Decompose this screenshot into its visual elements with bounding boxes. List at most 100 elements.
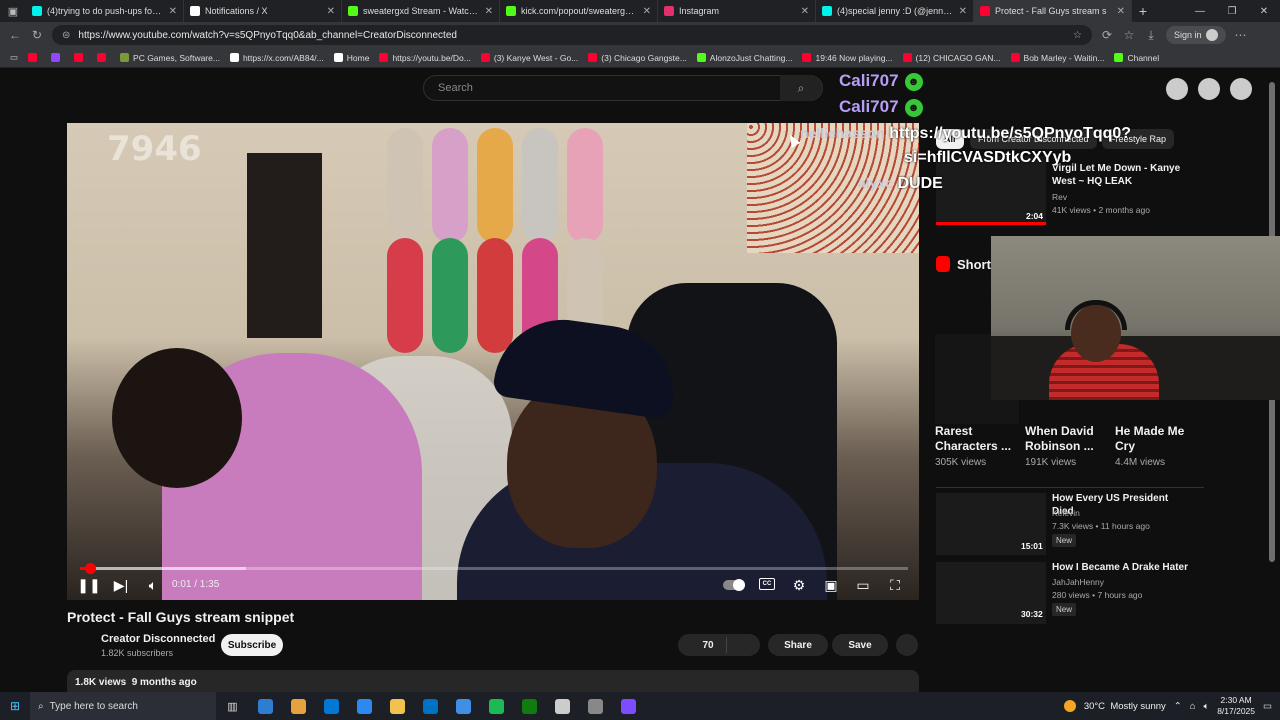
extensions-icon[interactable]: ⟳ bbox=[1100, 28, 1114, 42]
window-menu-icon[interactable]: ▣ bbox=[0, 0, 26, 22]
back-icon[interactable]: ← bbox=[8, 28, 22, 42]
search-button[interactable]: ⌕ bbox=[780, 75, 822, 101]
taskbar-app-icon[interactable] bbox=[612, 692, 645, 720]
taskbar-app-icon[interactable] bbox=[315, 692, 348, 720]
network-icon[interactable]: ⌂ bbox=[1190, 701, 1196, 712]
new-tab-button[interactable]: + bbox=[1132, 3, 1154, 19]
next-icon[interactable]: ▶| bbox=[113, 575, 129, 595]
bookmark-item[interactable]: (12) CHICAGO GAN... bbox=[902, 53, 1001, 63]
bookmark-item[interactable]: https://x.com/AB84/... bbox=[229, 53, 324, 63]
weather-icon[interactable] bbox=[1063, 700, 1076, 712]
taskbar-app-icon[interactable] bbox=[414, 692, 447, 720]
taskbar-app-icon[interactable] bbox=[546, 692, 579, 720]
browser-tab[interactable]: (4)trying to do push-ups for bee ✕ bbox=[26, 0, 184, 22]
short-title-3[interactable]: He Made Me Cry bbox=[1115, 424, 1199, 454]
subscribe-button[interactable]: Subscribe bbox=[221, 634, 283, 656]
description-box[interactable]: 1.8K views 9 months ago bbox=[67, 670, 919, 692]
autoplay-toggle[interactable] bbox=[723, 579, 745, 591]
taskbar-search[interactable]: ⌕ Type here to search bbox=[30, 692, 216, 720]
bookmark-item[interactable]: Bob Marley - Waitin... bbox=[1010, 53, 1104, 63]
close-window-icon[interactable]: ✕ bbox=[1248, 6, 1280, 17]
taskbar-app-icon[interactable] bbox=[249, 692, 282, 720]
site-info-icon[interactable]: ⊜ bbox=[62, 30, 70, 41]
taskbar-app-icon[interactable] bbox=[447, 692, 480, 720]
header-button-3[interactable] bbox=[1230, 78, 1252, 100]
tab-close-icon[interactable]: ✕ bbox=[643, 6, 651, 17]
bookmark-item[interactable]: Home bbox=[333, 53, 369, 63]
tab-close-icon[interactable]: ✕ bbox=[485, 6, 493, 17]
short-title-1[interactable]: Rarest Characters ... bbox=[935, 424, 1019, 454]
browser-tab[interactable]: Instagram ✕ bbox=[658, 0, 816, 22]
browser-tab[interactable]: Notifications / X ✕ bbox=[184, 0, 342, 22]
bookmark-item[interactable] bbox=[74, 53, 87, 62]
bookmark-item[interactable]: (3) Kanye West - Go... bbox=[480, 53, 578, 63]
miniplayer-icon[interactable]: ▣ bbox=[821, 575, 841, 595]
taskbar-app-icon[interactable] bbox=[480, 692, 513, 720]
tab-close-icon[interactable]: ✕ bbox=[169, 6, 177, 17]
video-title-2[interactable]: How I Became A Drake Hater bbox=[1052, 561, 1192, 574]
weather-text[interactable]: 30°C Mostly sunny bbox=[1084, 701, 1166, 712]
share-button[interactable]: Share bbox=[768, 634, 828, 656]
channel-name[interactable]: Creator Disconnected bbox=[101, 633, 215, 645]
video-player[interactable]: 7946 ❚❚ ▶| 🔈︎ 0:01 / 1:35 CC ⚙ ▣ ▭ ⛶ bbox=[67, 123, 919, 600]
taskbar-app-icon[interactable] bbox=[513, 692, 546, 720]
progress-bar[interactable] bbox=[80, 563, 908, 574]
more-actions-button[interactable] bbox=[896, 634, 918, 656]
tab-close-icon[interactable]: ✕ bbox=[1117, 6, 1125, 17]
sign-in-button[interactable]: Sign in bbox=[1166, 26, 1226, 44]
video-channel-1[interactable]: Kelevin bbox=[1052, 508, 1080, 518]
captions-icon[interactable]: CC bbox=[759, 578, 775, 590]
bookmark-item[interactable] bbox=[51, 53, 64, 62]
channel-avatar[interactable] bbox=[67, 634, 93, 660]
tray-chevron-icon[interactable]: ⌃ bbox=[1174, 701, 1182, 712]
reading-list-icon[interactable]: ▭ bbox=[10, 52, 18, 63]
progress-scrubber[interactable] bbox=[84, 563, 96, 574]
chat-link-cont[interactable]: si=hfIlCVASDtkCXYyb bbox=[904, 149, 1071, 166]
browser-tab[interactable]: Protect - Fall Guys stream s ✕ bbox=[974, 0, 1132, 22]
bookmark-item[interactable]: Channel bbox=[1114, 53, 1159, 63]
theater-mode-icon[interactable]: ▭ bbox=[853, 575, 873, 595]
task-view-icon[interactable]: ▥ bbox=[216, 692, 249, 720]
favorite-star-icon[interactable]: ☆ bbox=[1073, 30, 1082, 41]
header-button-1[interactable] bbox=[1166, 78, 1188, 100]
save-button[interactable]: Save bbox=[832, 634, 888, 656]
tab-close-icon[interactable]: ✕ bbox=[959, 6, 967, 17]
taskbar-app-icon[interactable] bbox=[579, 692, 612, 720]
bookmark-item[interactable]: AlonzoJust Chatting... bbox=[696, 53, 792, 63]
bookmark-item[interactable]: https://youtu.be/Do... bbox=[379, 53, 471, 63]
minimize-icon[interactable]: — bbox=[1184, 6, 1216, 17]
maximize-icon[interactable]: ❐ bbox=[1216, 6, 1248, 17]
settings-gear-icon[interactable]: ⚙ bbox=[789, 575, 809, 595]
favorites-icon[interactable]: ☆ bbox=[1122, 28, 1136, 42]
bookmark-item[interactable] bbox=[97, 53, 110, 62]
video-channel-2[interactable]: JahJahHenny bbox=[1052, 577, 1104, 587]
bookmark-item[interactable]: (3) Chicago Gangste... bbox=[588, 53, 687, 63]
browser-tab[interactable]: (4)special jenny :D (@jennyisw ✕ bbox=[816, 0, 974, 22]
clock[interactable]: 2:30 AM 8/17/2025 bbox=[1217, 695, 1255, 717]
more-menu-icon[interactable]: ⋯ bbox=[1234, 28, 1248, 42]
browser-tab[interactable]: kick.com/popout/sweatergxd/ch ✕ bbox=[500, 0, 658, 22]
windows-start-icon[interactable]: ⊞ bbox=[0, 699, 30, 713]
bookmark-item[interactable] bbox=[28, 53, 41, 62]
taskbar-app-icon[interactable] bbox=[348, 692, 381, 720]
like-dislike-button[interactable]: 70 bbox=[678, 634, 760, 656]
search-input[interactable]: Search bbox=[423, 75, 823, 101]
refresh-icon[interactable]: ↻ bbox=[30, 28, 44, 42]
downloads-icon[interactable]: ⤓ bbox=[1144, 28, 1158, 43]
volume-icon[interactable]: 🔈︎ bbox=[145, 575, 161, 595]
tab-close-icon[interactable]: ✕ bbox=[801, 6, 809, 17]
browser-tab[interactable]: sweatergxd Stream - Watch Live ✕ bbox=[342, 0, 500, 22]
top-video-title[interactable]: Virgil Let Me Down - Kanye West ~ HQ LEA… bbox=[1052, 162, 1192, 188]
tab-close-icon[interactable]: ✕ bbox=[327, 6, 335, 17]
header-button-2[interactable] bbox=[1198, 78, 1220, 100]
bookmark-item[interactable]: PC Games, Software... bbox=[120, 53, 220, 63]
volume-tray-icon[interactable]: 🔈︎ bbox=[1203, 701, 1209, 712]
pause-icon[interactable]: ❚❚ bbox=[77, 575, 100, 595]
top-video-channel[interactable]: Rev bbox=[1052, 192, 1067, 202]
fullscreen-icon[interactable]: ⛶ bbox=[885, 575, 905, 595]
taskbar-app-icon[interactable] bbox=[381, 692, 414, 720]
notifications-icon[interactable]: ▭ bbox=[1263, 701, 1272, 712]
bookmark-item[interactable]: 19:46 Now playing... bbox=[802, 53, 893, 63]
taskbar-app-icon[interactable] bbox=[282, 692, 315, 720]
short-title-2[interactable]: When David Robinson ... bbox=[1025, 424, 1109, 454]
